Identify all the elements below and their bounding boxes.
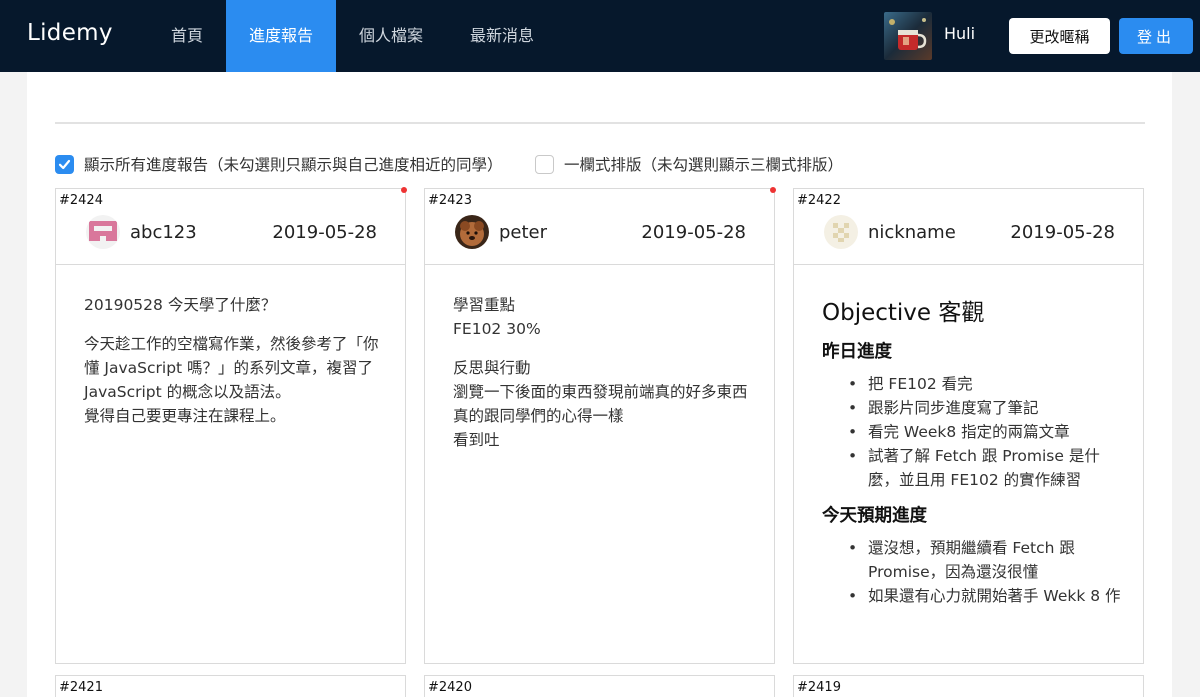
report-card-header: #2423 peter 2019-05-28: [425, 189, 774, 265]
report-card-header: #2422 nickname 2019-05-28: [794, 189, 1143, 265]
report-paragraph: 20190528 今天學了什麼？: [84, 296, 277, 314]
nav-item-progress-reports[interactable]: 進度報告: [226, 0, 336, 72]
report-username[interactable]: peter: [499, 222, 547, 243]
report-card[interactable]: #2420: [424, 675, 775, 697]
report-id: #2421: [59, 680, 103, 695]
report-card[interactable]: #2423 peter 2019-05-28 學習重點 FE102 30% 反思…: [424, 187, 776, 664]
report-paragraph: 今天趁工作的空檔寫作業，然後參考了「你懂 JavaScript 嗎？」的系列文章…: [84, 335, 379, 425]
report-username[interactable]: nickname: [868, 222, 956, 243]
show-all-label: 顯示所有進度報告（未勾選則只顯示與自己進度相近的同學）: [84, 156, 503, 174]
list-item: 看完 Week8 指定的兩篇文章: [822, 420, 1122, 444]
list-item: 如果還有心力就開始著手 Wekk 8 作業: [822, 584, 1122, 608]
report-avatar[interactable]: [86, 215, 120, 249]
report-avatar[interactable]: [824, 215, 858, 249]
nav-item-news[interactable]: 最新消息: [456, 0, 548, 72]
section-list: 還沒想，預期繼續看 Fetch 跟 Promise，因為還沒很懂 如果還有心力就…: [822, 536, 1122, 608]
show-all-option[interactable]: 顯示所有進度報告（未勾選則只顯示與自己進度相近的同學）: [55, 153, 503, 175]
report-card[interactable]: #2419: [793, 675, 1144, 697]
report-date: 2019-05-28: [641, 222, 746, 243]
report-date: 2019-05-28: [1010, 222, 1115, 243]
logout-button[interactable]: 登出: [1119, 18, 1193, 54]
report-content: Objective 客觀 昨日進度 把 FE102 看完 跟影片同步進度寫了筆記…: [822, 295, 1122, 620]
report-card[interactable]: #2424 abc123 2019-05-28 20190528 今天學了什麼？…: [55, 187, 407, 664]
list-item: 試著了解 Fetch 跟 Promise 是什麼，並且用 FE102 的實作練習: [822, 444, 1122, 492]
report-card[interactable]: #2421: [55, 675, 406, 697]
list-item: 還沒想，預期繼續看 Fetch 跟 Promise，因為還沒很懂: [822, 536, 1122, 584]
unread-indicator: [401, 187, 407, 193]
unread-indicator: [770, 187, 776, 193]
single-column-option[interactable]: 一欄式排版（未勾選則顯示三欄式排版）: [535, 153, 843, 175]
report-id: #2423: [428, 193, 472, 208]
report-id: #2419: [797, 680, 841, 695]
rename-button[interactable]: 更改暱稱: [1009, 18, 1110, 54]
nav-item-home[interactable]: 首頁: [150, 0, 224, 72]
single-column-checkbox[interactable]: [535, 154, 554, 174]
show-all-checkbox[interactable]: [55, 154, 74, 174]
report-date: 2019-05-28: [272, 222, 377, 243]
username-label: Huli: [944, 24, 976, 43]
report-paragraph: 學習重點 FE102 30%: [453, 296, 541, 338]
user-avatar[interactable]: [884, 12, 932, 60]
divider: [55, 122, 1145, 124]
report-id: #2422: [797, 193, 841, 208]
brand-logo[interactable]: Lidemy: [27, 20, 113, 46]
report-content: 學習重點 FE102 30% 反思與行動 瀏覽一下後面的東西發現前端真的好多東西…: [453, 293, 753, 467]
report-card-header: #2424 abc123 2019-05-28: [56, 189, 405, 265]
report-paragraph: 反思與行動 瀏覽一下後面的東西發現前端真的好多東西 真的跟同學們的心得一樣 看到…: [453, 359, 748, 449]
list-item: 跟影片同步進度寫了筆記: [822, 396, 1122, 420]
report-id: #2420: [428, 680, 472, 695]
report-card[interactable]: #2422 nickname 2019-05-28 Objective 客觀 昨…: [793, 188, 1144, 664]
report-username[interactable]: abc123: [130, 222, 197, 243]
checkmark-icon: [58, 159, 71, 169]
section-title: 今天預期進度: [822, 506, 927, 526]
report-id: #2424: [59, 193, 103, 208]
section-title: 昨日進度: [822, 342, 892, 362]
report-content: 20190528 今天學了什麼？ 今天趁工作的空檔寫作業，然後參考了「你懂 Ja…: [84, 293, 384, 443]
nav-item-profile[interactable]: 個人檔案: [345, 0, 437, 72]
section-list: 把 FE102 看完 跟影片同步進度寫了筆記 看完 Week8 指定的兩篇文章 …: [822, 372, 1122, 492]
single-column-label: 一欄式排版（未勾選則顯示三欄式排版）: [564, 156, 844, 174]
top-navbar: Lidemy 首頁 進度報告 個人檔案 最新消息 Huli 更改暱稱 登出: [0, 0, 1200, 72]
report-heading: Objective 客觀: [822, 300, 985, 326]
list-item: 把 FE102 看完: [822, 372, 1122, 396]
report-avatar[interactable]: [455, 215, 489, 249]
